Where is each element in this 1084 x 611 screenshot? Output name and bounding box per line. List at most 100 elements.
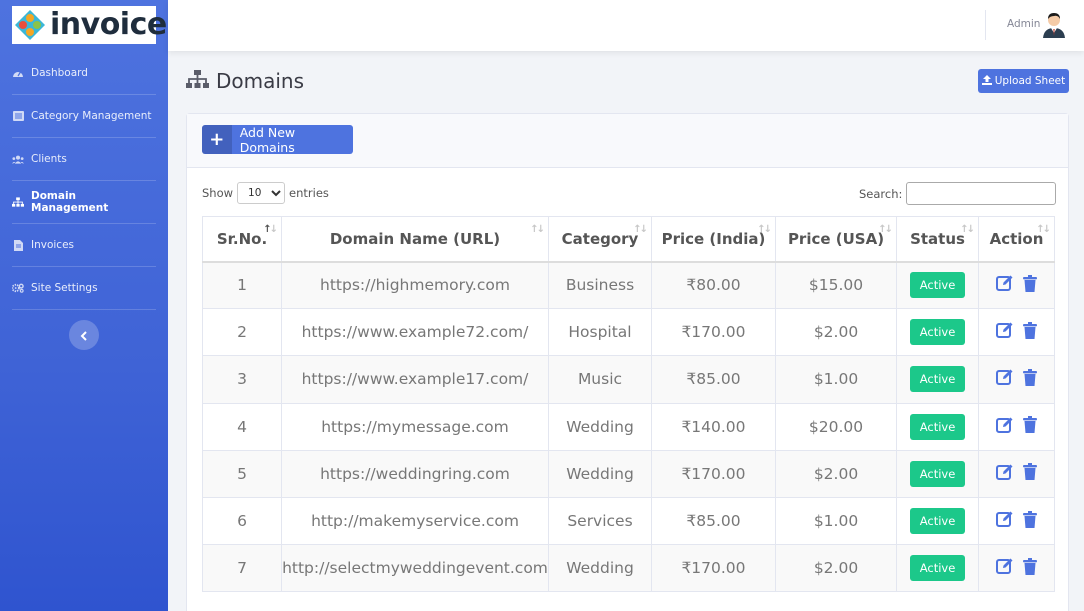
cell-domain-name: https://www.example17.com/ <box>281 355 549 404</box>
cell-sr-no: 1 <box>202 260 282 310</box>
topbar: Admin <box>168 0 1084 51</box>
status-badge[interactable]: Active <box>909 272 966 299</box>
table-row: 2 https://www.example72.com/Hospital ₹170.… <box>202 308 1055 357</box>
cell-price-usa: $1.00 <box>775 496 897 546</box>
cell-sr-no: 6 <box>202 496 282 546</box>
sidebar-nav: Dashboard Category Management Clients Do… <box>0 52 168 310</box>
status-badge[interactable]: Active <box>909 508 966 535</box>
domains-card: + Add New Domains Show 10 entries Search… <box>186 113 1069 611</box>
sitemap-icon <box>12 196 24 207</box>
status-badge[interactable]: Active <box>909 460 966 487</box>
column-header-sr-no[interactable]: Sr.No. ↑↓ <box>202 216 282 263</box>
column-header-category[interactable]: Category ↑↓ <box>548 216 652 263</box>
trash-icon[interactable] <box>1023 557 1037 575</box>
cell-sr-no: 7 <box>202 544 282 593</box>
logo-text: invoice <box>50 7 167 42</box>
user-name[interactable]: Admin <box>1007 18 1040 30</box>
cell-action <box>978 402 1055 451</box>
dashboard-icon <box>12 68 24 78</box>
upload-sheet-button[interactable]: Upload Sheet <box>978 69 1069 93</box>
cell-domain-name: http://selectmyweddingevent.com <box>281 544 549 593</box>
domains-table: Sr.No. ↑↓ Domain Name (URL) ↑↓ Category ↑↓ … <box>202 216 1055 593</box>
edit-icon[interactable] <box>996 510 1014 528</box>
search-input[interactable] <box>906 182 1057 205</box>
cell-price-india: ₹85.00 <box>651 496 776 546</box>
table-row: 4 https://mymessage.com Wedding ₹140.00 $20.… <box>202 402 1055 451</box>
sidebar-item-label: Domain Management <box>31 190 109 214</box>
trash-icon[interactable] <box>1023 510 1037 528</box>
sidebar-collapse-button[interactable] <box>69 320 99 350</box>
entries-label: entries <box>289 186 329 200</box>
cell-action <box>978 544 1055 593</box>
sitemap-icon <box>186 69 209 93</box>
cell-status: Active <box>896 260 979 310</box>
sort-icon: ↑↓ <box>1036 224 1051 235</box>
edit-icon[interactable] <box>996 557 1014 575</box>
sidebar-item-site-settings[interactable]: Site Settings <box>12 267 156 310</box>
trash-icon[interactable] <box>1023 463 1037 481</box>
sidebar-item-label: Dashboard <box>31 67 88 79</box>
status-badge[interactable]: Active <box>909 555 966 582</box>
cell-domain-name: https://mymessage.com <box>281 402 549 451</box>
sidebar-item-category-management[interactable]: Category Management <box>12 95 156 138</box>
cell-price-india: ₹170.00 <box>651 544 776 593</box>
cell-domain-name: https://www.example72.com/ <box>281 308 549 357</box>
table-search: Search: <box>859 182 1057 205</box>
file-icon <box>12 239 24 251</box>
status-badge[interactable]: Active <box>909 413 966 440</box>
cell-price-usa: $2.00 <box>775 308 897 357</box>
sidebar-item-invoices[interactable]: Invoices <box>12 224 156 267</box>
topbar-divider <box>985 10 986 40</box>
avatar[interactable] <box>1042 11 1066 38</box>
status-badge[interactable]: Active <box>909 319 966 346</box>
column-header-status[interactable]: Status ↑↓ <box>896 216 979 263</box>
search-label: Search: <box>859 186 903 201</box>
page-title: Domains <box>216 69 305 93</box>
sidebar-item-dashboard[interactable]: Dashboard <box>12 52 156 95</box>
cell-price-india: ₹80.00 <box>651 260 776 310</box>
edit-icon[interactable] <box>996 368 1014 386</box>
sidebar-item-label: Site Settings <box>31 282 98 294</box>
table-body: 1 https://highmemory.com Business ₹80.00 $15… <box>202 260 1055 593</box>
cell-category: Hospital <box>548 308 652 357</box>
trash-icon[interactable] <box>1023 416 1037 434</box>
entries-select[interactable]: 10 <box>237 182 286 204</box>
cell-status: Active <box>896 544 979 593</box>
cell-status: Active <box>896 355 979 404</box>
upload-sheet-label: Upload Sheet <box>994 75 1066 87</box>
cell-sr-no: 3 <box>202 355 282 404</box>
edit-icon[interactable] <box>996 463 1014 481</box>
cell-price-india: ₹140.00 <box>651 402 776 451</box>
edit-icon[interactable] <box>996 274 1014 292</box>
sidebar-item-clients[interactable]: Clients <box>12 138 156 181</box>
column-header-price-usa[interactable]: Price (USA) ↑↓ <box>775 216 897 263</box>
cell-status: Active <box>896 308 979 357</box>
edit-icon[interactable] <box>996 321 1014 339</box>
column-header-price-india[interactable]: Price (India) ↑↓ <box>651 216 776 263</box>
logo-diamond-icon <box>14 9 46 41</box>
add-new-domains-button[interactable]: + Add New Domains <box>202 125 353 154</box>
cell-sr-no: 4 <box>202 402 282 451</box>
logo[interactable]: invoice <box>12 6 167 44</box>
chevron-left-icon <box>80 326 88 345</box>
edit-icon[interactable] <box>996 416 1014 434</box>
cell-action <box>978 496 1055 546</box>
cell-status: Active <box>896 496 979 546</box>
column-header-action[interactable]: Action ↑↓ <box>978 216 1055 263</box>
cell-action <box>978 260 1055 310</box>
sort-icon: ↑↓ <box>633 224 648 235</box>
trash-icon[interactable] <box>1023 274 1037 292</box>
trash-icon[interactable] <box>1023 368 1037 386</box>
entries-length-control: Show 10 entries <box>202 182 329 204</box>
trash-icon[interactable] <box>1023 321 1037 339</box>
list-icon <box>12 111 24 121</box>
cell-domain-name: https://weddingring.com <box>281 449 549 498</box>
status-badge[interactable]: Active <box>909 366 966 393</box>
cell-category: Wedding <box>548 449 652 498</box>
table-row: 1 https://highmemory.com Business ₹80.00 $15… <box>202 260 1055 310</box>
column-header-domain-name[interactable]: Domain Name (URL) ↑↓ <box>281 216 549 263</box>
cell-category: Wedding <box>548 402 652 451</box>
sidebar-item-domain-management[interactable]: Domain Management <box>12 181 156 224</box>
cell-price-india: ₹85.00 <box>651 355 776 404</box>
cell-price-usa: $2.00 <box>775 449 897 498</box>
